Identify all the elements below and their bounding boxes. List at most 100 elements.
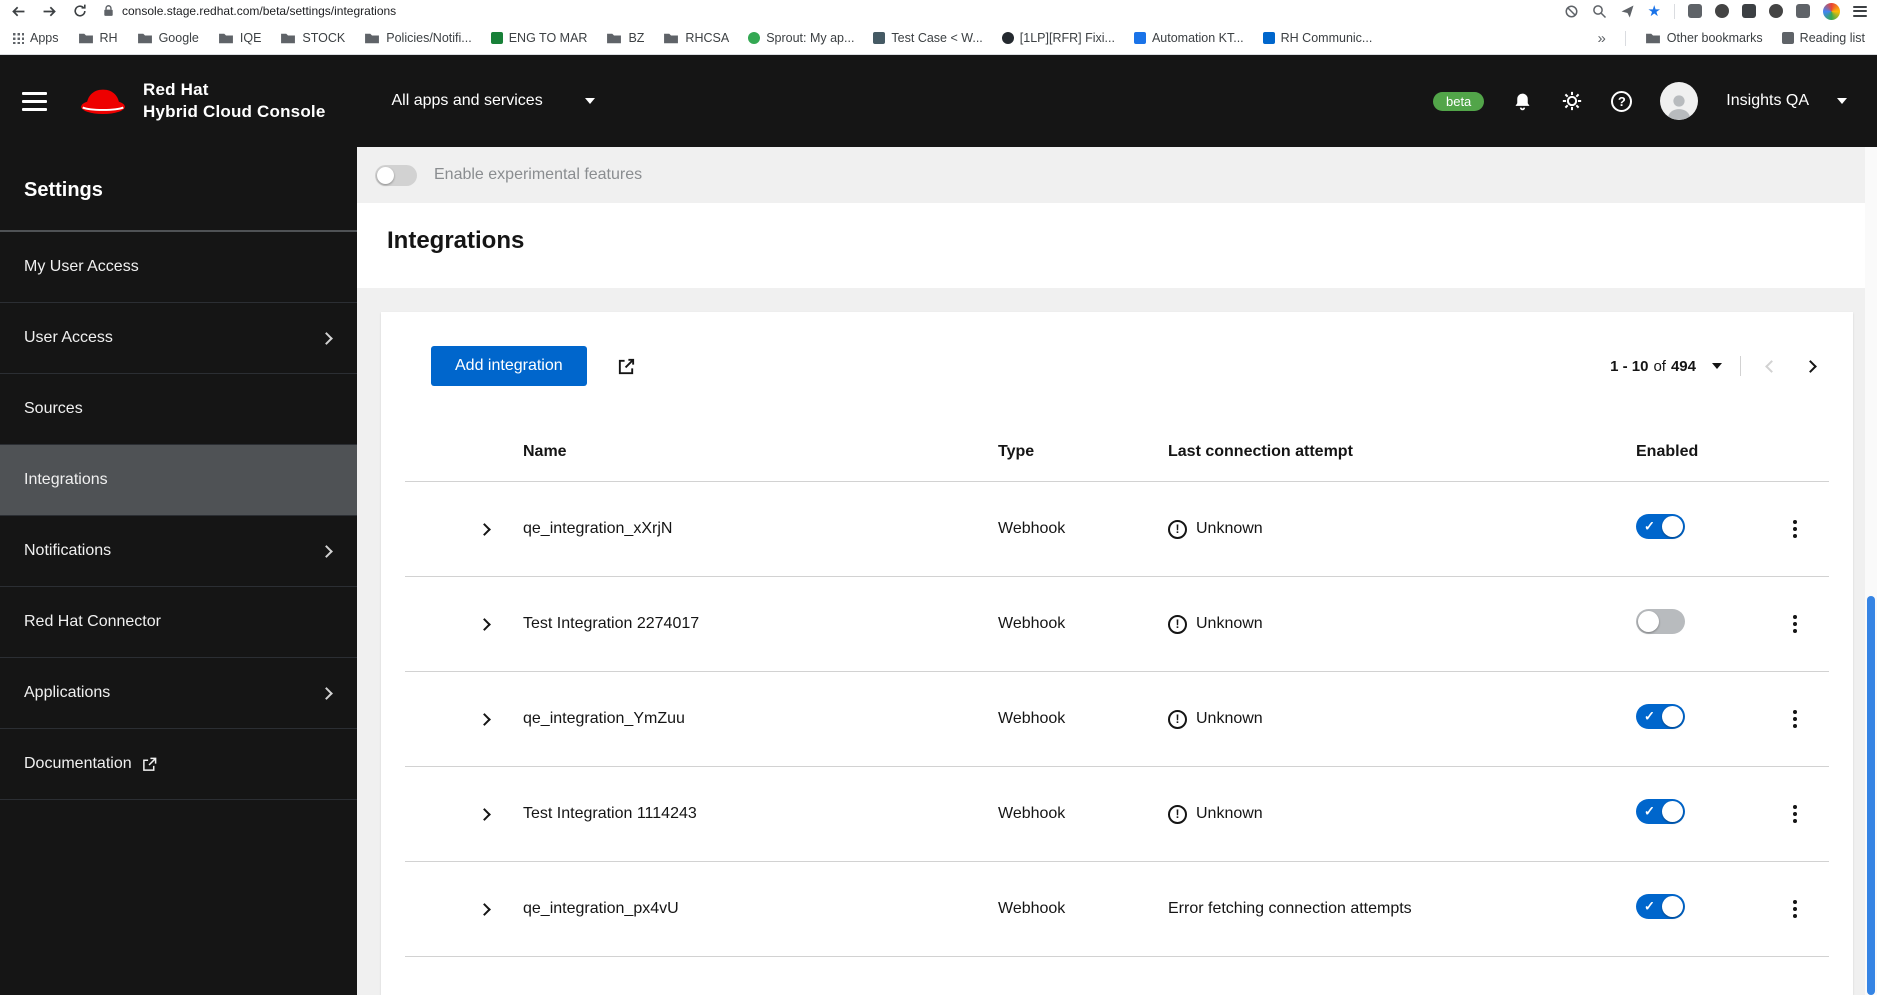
extension-icon[interactable] (1796, 4, 1810, 18)
sidebar-item-label: My User Access (24, 258, 139, 275)
row-expand-button[interactable] (474, 899, 495, 920)
bookmark-item[interactable]: Automation KT... (1133, 31, 1244, 45)
previous-page-button[interactable] (1759, 358, 1784, 375)
sidebar-item-sources[interactable]: Sources (0, 374, 357, 445)
row-kebab-menu-icon[interactable] (1781, 605, 1809, 643)
unknown-status-icon: ! (1168, 614, 1187, 634)
bookmark-label: RH (99, 31, 118, 45)
bookmarks-overflow-chevron[interactable]: » (1597, 30, 1605, 47)
enabled-toggle[interactable]: ✓ (1636, 514, 1685, 539)
back-icon[interactable] (10, 3, 27, 20)
bookmark-item[interactable]: Policies/Notifi... (364, 31, 472, 45)
export-button[interactable] (617, 357, 636, 376)
last-connection-cell: ! Unknown (1160, 614, 1628, 634)
extension-icon[interactable] (1688, 4, 1702, 18)
row-expand-button[interactable] (474, 614, 495, 635)
row-kebab-menu-icon[interactable] (1781, 510, 1809, 548)
sidebar-item-red-hat-connector[interactable]: Red Hat Connector (0, 587, 357, 658)
enabled-cell: ✓ (1628, 514, 1773, 544)
help-icon[interactable]: ? (1611, 90, 1633, 112)
blocked-content-icon[interactable] (1564, 4, 1579, 19)
bookmark-star-icon[interactable]: ★ (1648, 4, 1661, 19)
row-kebab-menu-icon[interactable] (1781, 890, 1809, 928)
notifications-bell-icon[interactable] (1512, 91, 1533, 112)
extension-icon[interactable] (1769, 4, 1783, 18)
user-avatar[interactable] (1660, 82, 1699, 120)
enabled-cell: ✓ (1628, 609, 1773, 639)
brand[interactable]: Red Hat Hybrid Cloud Console (77, 79, 326, 123)
pagination-options-caret-icon[interactable] (1712, 363, 1722, 369)
bookmark-item[interactable]: Test Case < W... (873, 31, 983, 45)
url-text[interactable]: console.stage.redhat.com/beta/settings/i… (122, 4, 396, 18)
app-selector-dropdown[interactable]: All apps and services (392, 92, 595, 110)
enabled-cell: ✓ (1628, 799, 1773, 829)
row-expand-button[interactable] (474, 709, 495, 730)
row-expand-button[interactable] (474, 519, 495, 540)
row-kebab-menu-icon[interactable] (1781, 700, 1809, 738)
folder-icon (607, 33, 622, 43)
actions-cell (1773, 510, 1829, 548)
extension-icon[interactable] (1715, 4, 1729, 18)
column-header-last-connection: Last connection attempt (1168, 442, 1353, 460)
enabled-cell: ✓ (1628, 704, 1773, 734)
bookmark-item-other-bookmarks[interactable]: Other bookmarks (1645, 31, 1763, 45)
user-menu-caret-icon[interactable] (1837, 98, 1847, 104)
bookmark-item-reading-list[interactable]: Reading list (1781, 31, 1865, 45)
add-integration-button[interactable]: Add integration (431, 346, 587, 386)
sidebar-item-user-access[interactable]: User Access (0, 303, 357, 374)
search-icon[interactable] (1592, 4, 1607, 19)
extension-icon[interactable] (1742, 4, 1756, 18)
chevron-right-icon (320, 331, 333, 345)
browser-profile-avatar[interactable] (1823, 2, 1840, 20)
table-toolbar: Add integration 1 - 10 of 494 (405, 346, 1829, 422)
actions-cell (1773, 795, 1829, 833)
forward-icon[interactable] (41, 3, 58, 20)
bookmark-item[interactable]: Google (137, 31, 199, 45)
sidebar-item-my-user-access[interactable]: My User Access (0, 232, 357, 303)
enabled-toggle[interactable]: ✓ (1636, 799, 1685, 824)
bookmark-item[interactable]: IQE (218, 31, 261, 45)
expand-cell (405, 899, 515, 920)
bookmark-item[interactable]: RH Communic... (1262, 31, 1372, 45)
bookmark-item[interactable]: ENG TO MAR (490, 31, 588, 45)
sidebar-item-integrations[interactable]: Integrations (0, 445, 357, 516)
page-scrollbar[interactable] (1865, 147, 1877, 995)
lock-icon[interactable] (102, 4, 115, 18)
brand-text: Red Hat Hybrid Cloud Console (143, 79, 326, 123)
bookmark-label: Apps (30, 31, 59, 45)
bookmark-label: RHCSA (685, 31, 730, 45)
address-bar[interactable]: console.stage.redhat.com/beta/settings/i… (102, 4, 396, 18)
site-favicon (748, 32, 761, 44)
last-connection-text: Unknown (1196, 520, 1263, 537)
sidebar-item-documentation[interactable]: Documentation (0, 729, 357, 800)
next-page-button[interactable] (1798, 358, 1823, 375)
enabled-toggle[interactable]: ✓ (1636, 609, 1685, 634)
row-kebab-menu-icon[interactable] (1781, 795, 1809, 833)
settings-gear-icon[interactable] (1561, 90, 1583, 112)
reload-icon[interactable] (72, 3, 88, 19)
enabled-toggle[interactable]: ✓ (1636, 894, 1685, 919)
nav-toggle-button[interactable] (22, 87, 47, 116)
app-selector-label: All apps and services (391, 92, 543, 109)
pagination-of: of (1653, 357, 1666, 375)
bookmark-item[interactable]: RH (78, 31, 118, 45)
bookmark-label: Reading list (1799, 31, 1865, 45)
enabled-toggle[interactable]: ✓ (1636, 704, 1685, 729)
sidebar-title: Settings (0, 147, 357, 232)
bookmark-label: Test Case < W... (891, 31, 983, 45)
bookmark-item[interactable]: BZ (606, 31, 644, 45)
send-icon[interactable] (1620, 4, 1635, 19)
browser-menu-icon[interactable] (1853, 3, 1867, 19)
enabled-cell: ✓ (1628, 894, 1773, 924)
bookmark-item[interactable]: RHCSA (663, 31, 729, 45)
experimental-features-toggle[interactable]: ✓ (375, 164, 417, 186)
scrollbar-thumb[interactable] (1867, 596, 1875, 995)
bookmark-label: ENG TO MAR (508, 31, 588, 45)
bookmark-item[interactable]: STOCK (280, 31, 345, 45)
bookmark-item-apps[interactable]: Apps (12, 31, 59, 45)
sidebar-item-applications[interactable]: Applications (0, 658, 357, 729)
bookmark-item[interactable]: Sprout: My ap... (748, 31, 854, 45)
bookmark-item[interactable]: [1LP][RFR] Fixi... (1001, 31, 1115, 45)
row-expand-button[interactable] (474, 804, 495, 825)
sidebar-item-notifications[interactable]: Notifications (0, 516, 357, 587)
